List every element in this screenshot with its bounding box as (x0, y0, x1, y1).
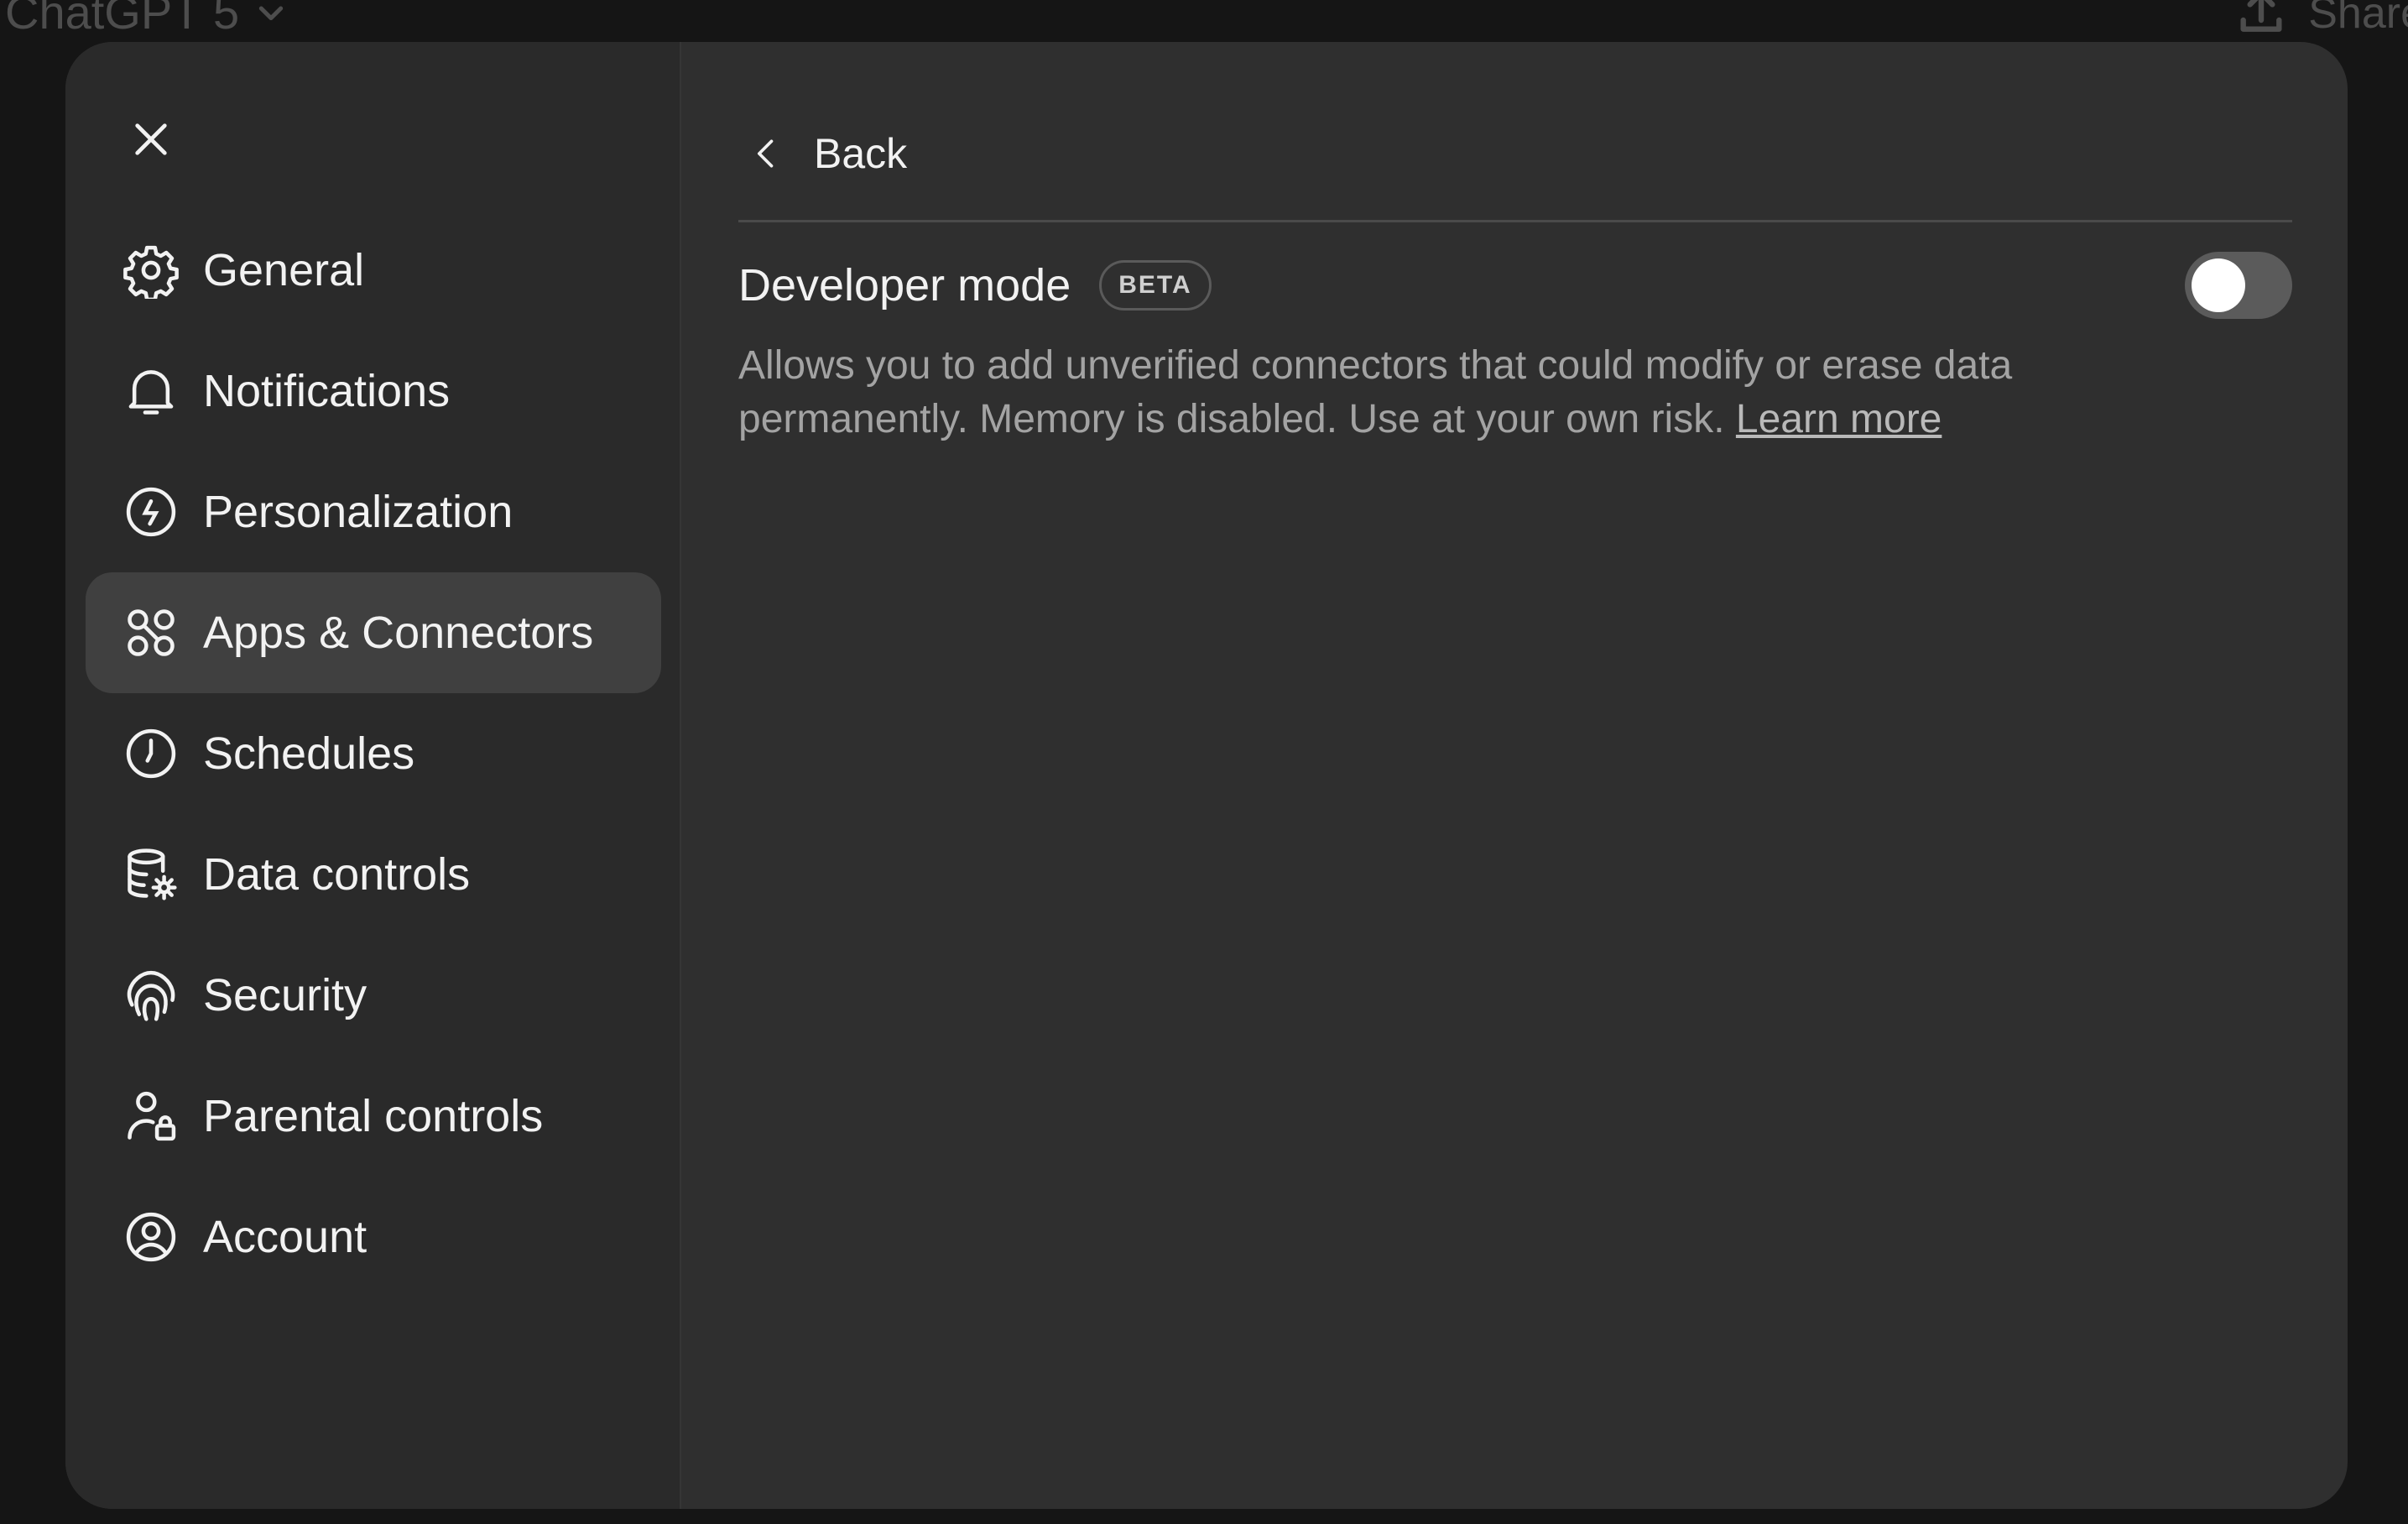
sidebar-item-personalization[interactable]: Personalization (86, 451, 661, 572)
sidebar-item-parental-controls[interactable]: Parental controls (86, 1056, 661, 1177)
sidebar-item-general[interactable]: General (86, 210, 661, 331)
sidebar-item-apps-connectors[interactable]: Apps & Connectors (86, 572, 661, 693)
sidebar-item-label: Data controls (203, 849, 471, 900)
sidebar-item-security[interactable]: Security (86, 935, 661, 1056)
share-label: Share (2308, 0, 2408, 38)
close-icon (135, 123, 167, 155)
share-icon (2240, 0, 2282, 32)
sidebar-item-label: General (203, 245, 365, 295)
share-button: Share (2234, 0, 2408, 40)
user-circle-icon (122, 1208, 180, 1266)
sidebar-item-label: Schedules (203, 728, 415, 779)
chevron-left-icon (758, 139, 774, 168)
sidebar-item-label: Notifications (203, 366, 451, 416)
setting-description: Allows you to add unverified connectors … (738, 339, 2165, 446)
sidebar-item-label: Personalization (203, 487, 513, 537)
apps-icon (122, 604, 180, 661)
back-label: Back (814, 130, 908, 177)
setting-header: Developer mode BETA (738, 252, 2292, 319)
model-selector-label: ChatGPT 5 (5, 0, 240, 39)
settings-content: Back Developer mode BETA Allows you to a… (681, 42, 2348, 1509)
bell-icon (122, 363, 180, 420)
personalization-icon (122, 483, 180, 540)
close-button[interactable] (117, 106, 185, 173)
setting-title: Developer mode (738, 260, 1071, 311)
chevron-down-icon (258, 6, 284, 20)
sidebar-item-data-controls[interactable]: Data controls (86, 814, 661, 935)
clock-icon (122, 725, 180, 782)
sidebar-item-schedules[interactable]: Schedules (86, 693, 661, 814)
model-selector: ChatGPT 5 (5, 0, 288, 39)
database-gear-icon (122, 846, 180, 903)
sidebar-item-notifications[interactable]: Notifications (86, 331, 661, 451)
fingerprint-icon (122, 967, 180, 1024)
sidebar-item-label: Parental controls (203, 1091, 544, 1141)
back-button[interactable]: Back (748, 129, 907, 178)
sidebar-item-account[interactable]: Account (86, 1177, 661, 1297)
beta-badge: BETA (1099, 260, 1212, 311)
settings-sidebar: General Notifications Personalization Ap… (65, 42, 681, 1509)
settings-modal: General Notifications Personalization Ap… (65, 42, 2348, 1509)
sidebar-item-label: Security (203, 970, 367, 1020)
learn-more-link[interactable]: Learn more (1736, 397, 1942, 441)
gear-icon (122, 242, 180, 299)
sidebar-item-label: Apps & Connectors (203, 608, 594, 658)
developer-mode-toggle[interactable] (2185, 252, 2292, 319)
settings-nav: General Notifications Personalization Ap… (86, 210, 661, 1297)
sidebar-item-label: Account (203, 1212, 367, 1262)
background-topbar: ChatGPT 5 Share (0, 0, 2408, 40)
section-divider (738, 220, 2292, 222)
user-lock-icon (122, 1088, 180, 1145)
toggle-knob (2192, 258, 2245, 312)
developer-mode-setting: Developer mode BETA Allows you to add un… (738, 252, 2292, 446)
